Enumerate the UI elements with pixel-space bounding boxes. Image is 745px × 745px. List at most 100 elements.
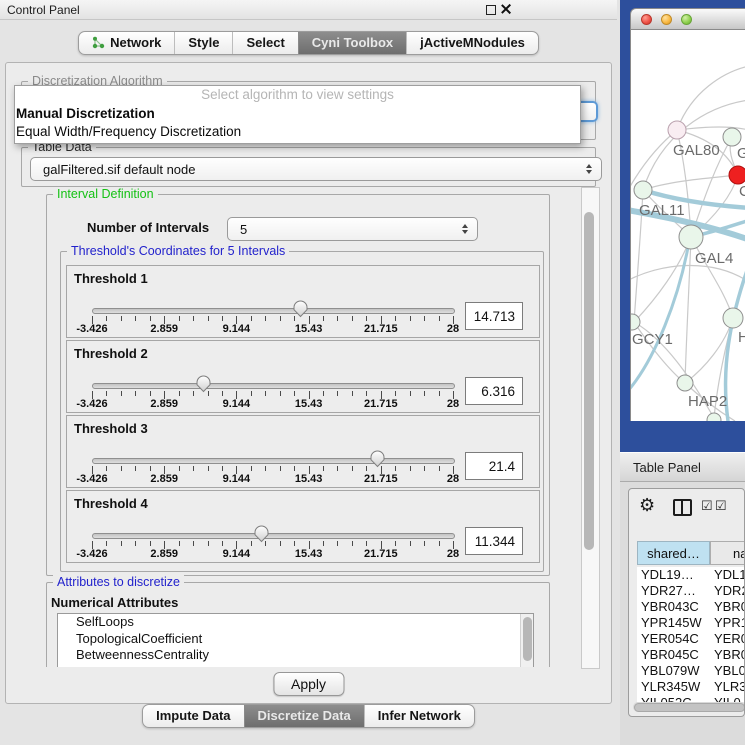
list-scrollbar-thumb[interactable] [523,617,532,661]
cyni-toolbox-panel: Discretization Algorithm Select algorith… [5,62,612,704]
table-data-value: galFiltered.sif default node [43,162,195,177]
number-of-intervals-combobox[interactable]: 5 [227,217,478,241]
table-hscrollbar[interactable] [633,702,745,712]
table-row[interactable]: YBR043C YBR0 [637,599,745,615]
table-hscrollbar-thumb[interactable] [634,703,745,712]
minimize-traffic-light-icon[interactable] [661,14,672,25]
close-icon[interactable] [501,4,511,14]
table-row[interactable]: YER054CYER0 [637,631,745,647]
cell-shared-name: YPR145W [641,615,702,631]
node-label: GCY1 [632,331,673,348]
network-node[interactable] [668,121,686,139]
network-window-titlebar [630,8,745,30]
tab-cyni-toolbox[interactable]: Cyni Toolbox [298,32,406,54]
attribute-item[interactable]: SelfLoops [58,614,533,631]
tick-label: -3.426 [76,473,107,485]
threshold-value-field[interactable]: 14.713 [465,302,523,330]
node-label: HAP2 [688,393,727,410]
network-node[interactable] [707,413,721,421]
tick-label: 2.859 [150,323,178,335]
tick-label: 21.715 [364,398,398,410]
table-row[interactable]: YBL079WYBL0 [637,663,745,679]
table-row[interactable]: YDR27…YDR2 [637,583,745,599]
node-label: H [738,329,745,346]
number-of-intervals-value: 5 [240,222,247,237]
tab-label: Impute Data [156,708,230,723]
app-root: Control Panel NetworkStyleSelectCyni Too… [0,0,745,745]
numerical-attributes-list[interactable]: SelfLoopsTopologicalCoefficientBetweenne… [57,613,534,667]
slider-tick-labels: -3.4262.8599.14415.4321.71528 [92,398,453,411]
settings-scrollbar[interactable] [581,187,600,669]
cell-shared-name: YDR27… [641,583,696,599]
table-row[interactable]: YBR045CYBR0 [637,647,745,663]
table-data-combobox[interactable]: galFiltered.sif default node [30,157,602,181]
table-row[interactable]: YLR345WYLR3 [637,679,745,695]
network-graph: GAL80GCGAL11GAL4GCY1HHAP2 [631,30,745,421]
tab-network[interactable]: Network [79,32,174,54]
node-label: C [739,183,745,200]
apply-button[interactable]: Apply [273,672,344,696]
network-canvas[interactable]: GAL80GCGAL11GAL4GCY1HHAP2 [630,30,745,421]
threshold-value-field[interactable]: 11.344 [465,527,523,555]
slider-track[interactable] [92,458,455,464]
tick-label: 9.144 [223,398,251,410]
top-tab-bar: NetworkStyleSelectCyni ToolboxjActiveMNo… [0,31,617,55]
network-icon [92,36,105,49]
threshold-label: Threshold 1 [74,271,148,286]
float-window-icon[interactable] [486,5,496,15]
attribute-item[interactable]: TopologicalCoefficient [58,631,533,648]
slider-track[interactable] [92,308,455,314]
attribute-items: SelfLoopsTopologicalCoefficientBetweenne… [58,614,533,664]
checkbox-icon[interactable]: ☑ [715,498,727,514]
control-panel-titlebar: Control Panel [0,0,617,20]
algorithm-option[interactable]: Equal Width/Frequency Discretization [16,123,575,141]
zoom-traffic-light-icon[interactable] [681,14,692,25]
cell-name: YBR0 [714,599,745,615]
tab-style[interactable]: Style [174,32,232,54]
close-traffic-light-icon[interactable] [641,14,652,25]
table-row[interactable]: YDL19…YDL1 [637,567,745,583]
threshold-panel: Threshold 4-3.4262.8599.14415.4321.71528… [66,490,540,563]
bottom-tab-bar: Impute Data Discretize Data Infer Network [0,704,617,728]
table-row[interactable]: YIL052CYIL0 [637,695,745,702]
list-scrollbar[interactable] [520,614,533,667]
tab-label: Infer Network [378,708,461,723]
tick-label: 21.715 [364,548,398,560]
table-panel-title: Table Panel [633,460,701,475]
slider-tick-labels: -3.4262.8599.14415.4321.71528 [92,473,453,486]
threshold-value-field[interactable]: 6.316 [465,377,523,405]
interval-definition-group: Interval Definition Number of Intervals … [46,194,550,576]
tab-select[interactable]: Select [232,32,297,54]
tab-jactivemnodules[interactable]: jActiveMNodules [406,32,538,54]
tick-label: 2.859 [150,548,178,560]
network-node[interactable] [723,128,741,146]
network-node[interactable] [677,375,693,391]
network-node[interactable] [723,308,743,328]
network-node[interactable] [679,225,703,249]
slider-track[interactable] [92,533,455,539]
column-header-shared[interactable]: shared… [637,541,710,565]
algorithm-dropdown-popup: Select algorithm to view settings Manual… [14,85,581,144]
table-row[interactable]: YPR145WYPR1 [637,615,745,631]
checkbox-icon[interactable]: ☑ [701,498,713,514]
tick-label: 28 [447,473,459,485]
settings-scrollbar-thumb[interactable] [584,212,594,550]
attribute-browser: ⚙ ☑ ☑ shared… na YDL19…YDL1YDR27…YDR2YBR… [628,488,745,717]
tab-discretize-data[interactable]: Discretize Data [244,705,364,727]
slider-track[interactable] [92,383,455,389]
network-node[interactable] [729,166,745,184]
algorithm-hint-option[interactable]: Select algorithm to view settings [15,87,580,102]
split-columns-icon[interactable] [673,499,692,516]
network-node[interactable] [634,181,652,199]
gear-icon[interactable]: ⚙ [639,495,655,516]
threshold-value-field[interactable]: 21.4 [465,452,523,480]
node-label: GAL11 [639,202,685,219]
combo-arrows-icon [586,164,592,174]
tab-impute-data[interactable]: Impute Data [143,705,243,727]
column-header-name[interactable]: na [710,541,745,565]
cell-shared-name: YDL19… [641,567,694,583]
algorithm-option[interactable]: Manual Discretization [16,105,575,123]
tab-infer-network[interactable]: Infer Network [364,705,474,727]
attribute-item[interactable]: BetweennessCentrality [58,647,533,664]
cell-shared-name: YBR043C [641,599,699,615]
